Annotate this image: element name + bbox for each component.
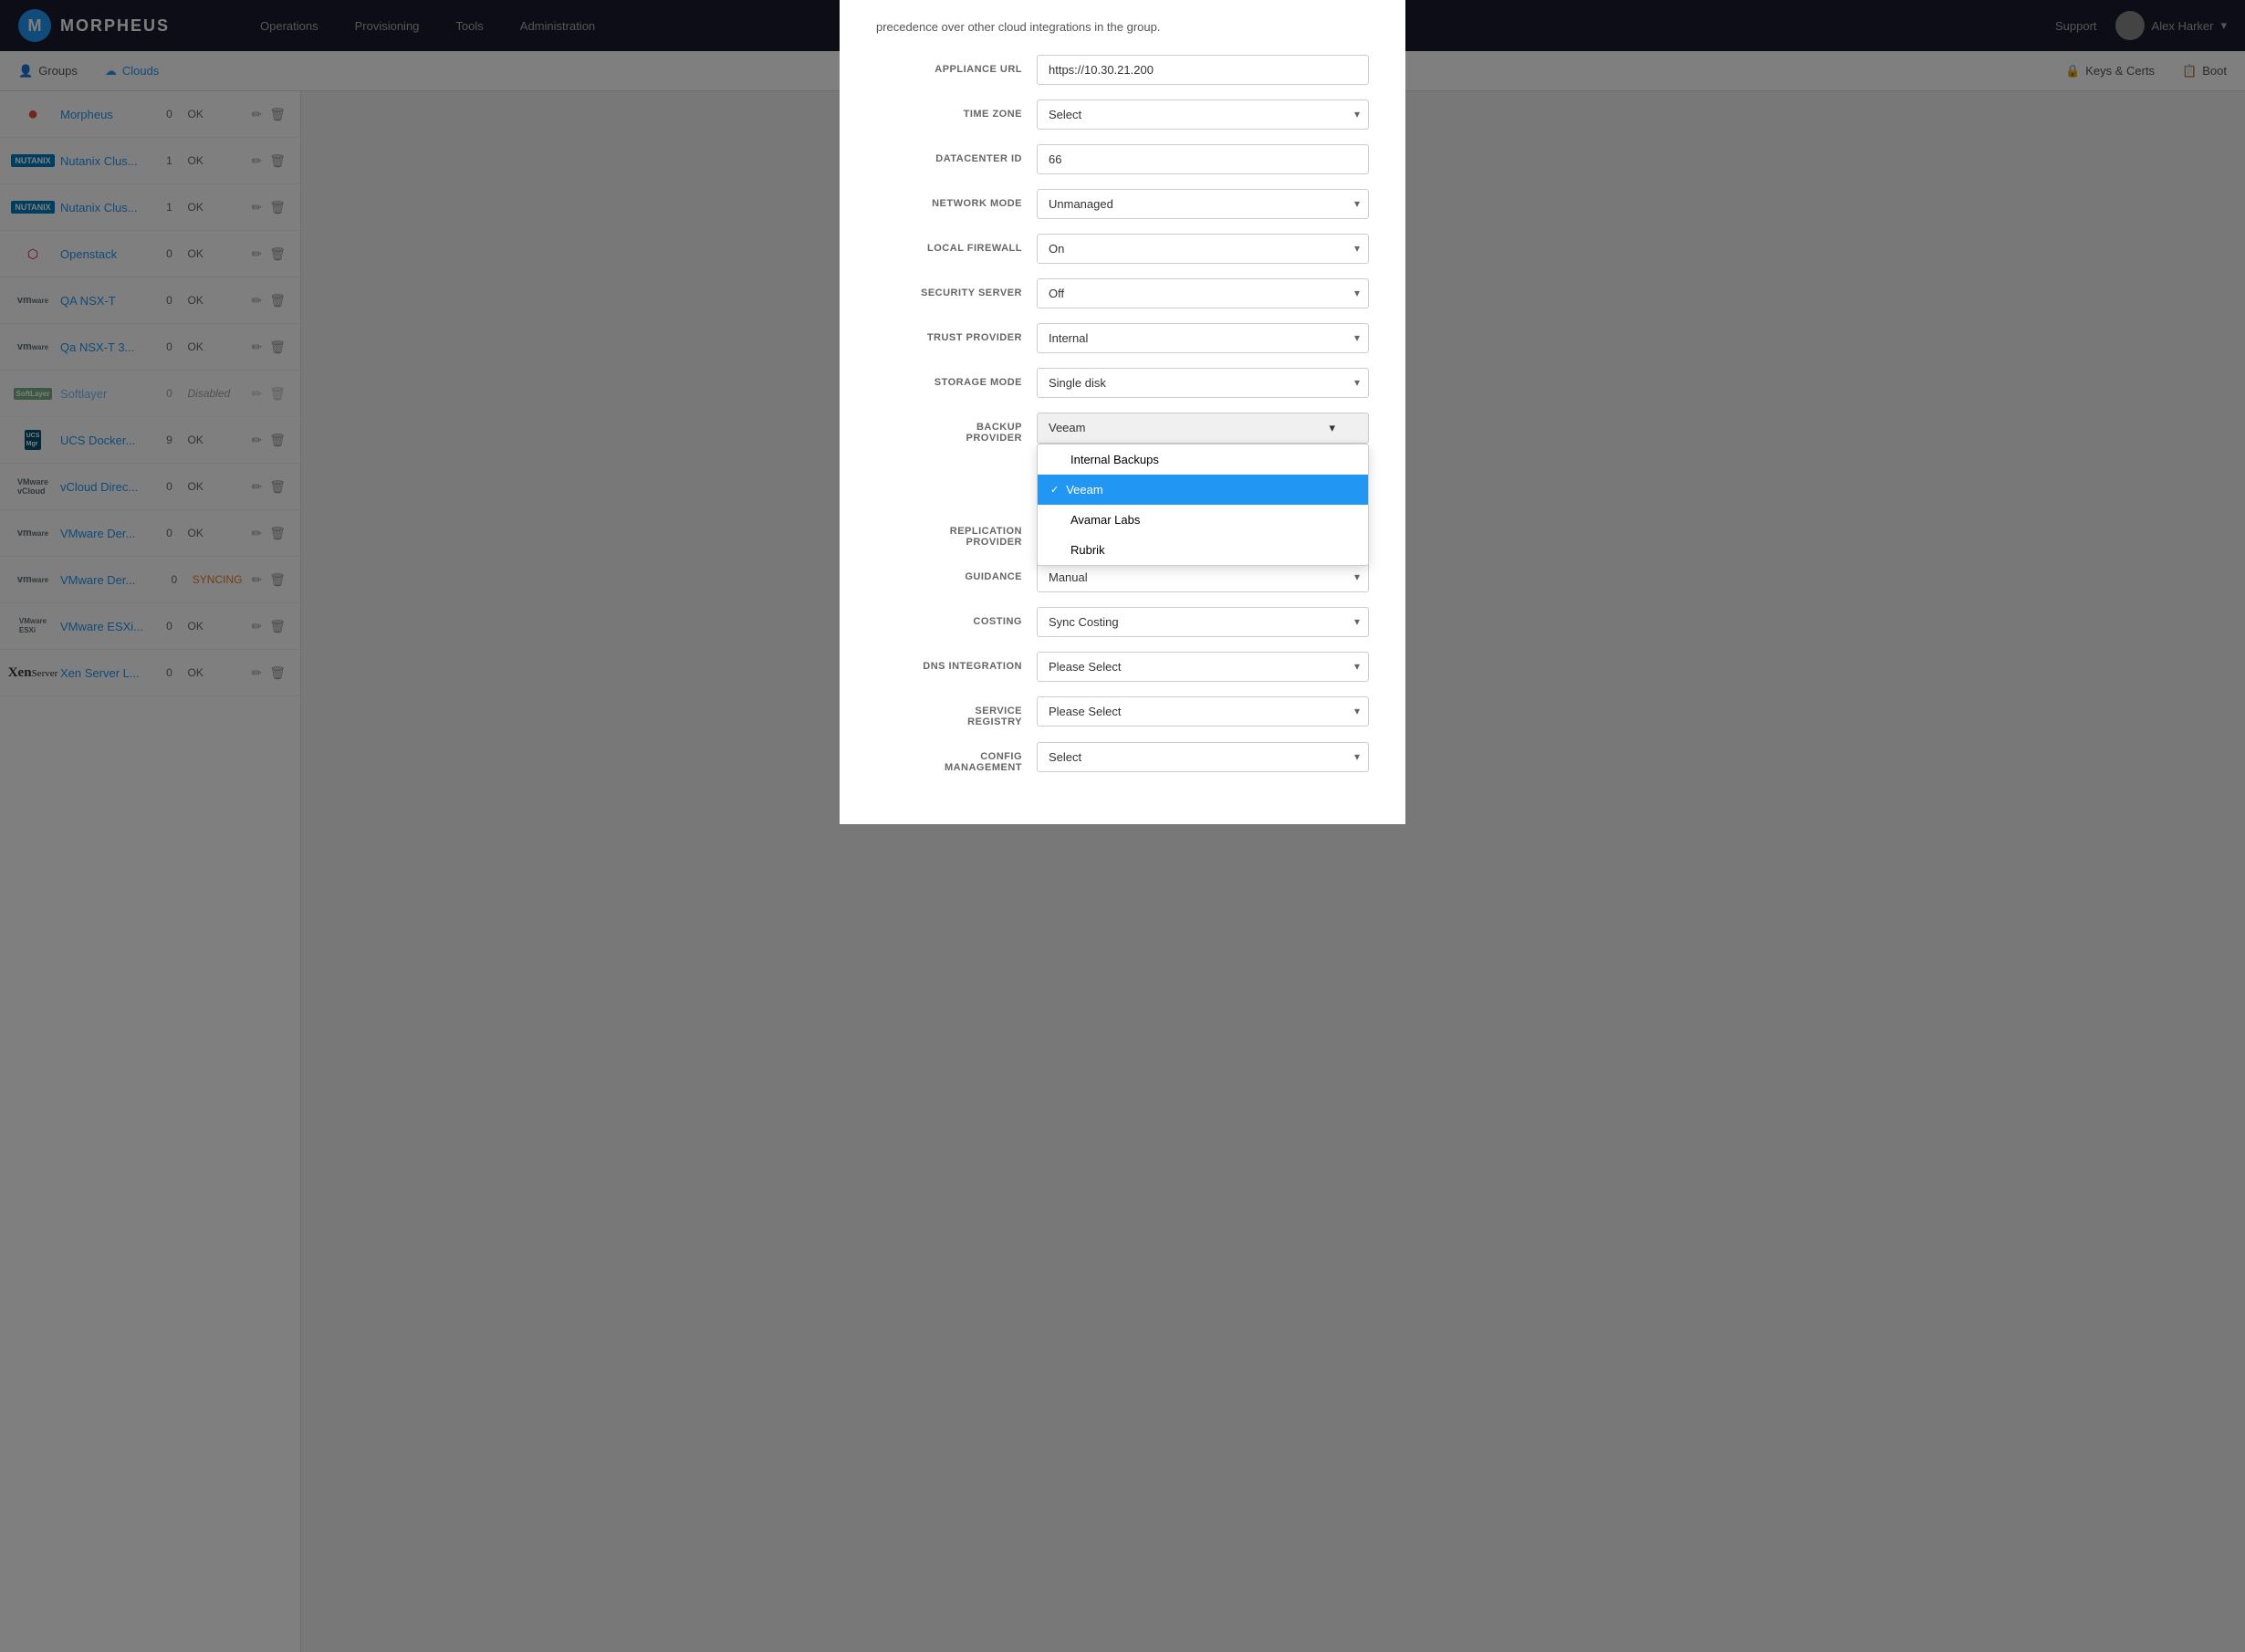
datacenter-id-label: DATACENTER ID (876, 144, 1022, 164)
dropdown-option-label: Avamar Labs (1070, 513, 1140, 527)
service-registry-wrap: Please Select ▾ (1037, 696, 1369, 727)
main-content: ● Morpheus 0 OK ✏ 🗑 NUTANIX Nutanix Clus… (0, 91, 2245, 1652)
backup-option-rubrik[interactable]: Rubrik (1038, 535, 1368, 565)
timezone-select[interactable]: Select (1037, 99, 1369, 130)
local-firewall-wrap: On ▾ (1037, 234, 1369, 264)
backup-option-veeam[interactable]: ✓ Veeam (1038, 475, 1368, 505)
network-mode-select[interactable]: Unmanaged (1037, 189, 1369, 219)
storage-mode-row: STORAGE MODE Single disk ▾ (876, 368, 1369, 398)
datacenter-id-wrap (1037, 144, 1369, 174)
replication-provider-label: REPLICATIONPROVIDER (876, 517, 1022, 548)
network-mode-row: NETWORK MODE Unmanaged ▾ (876, 189, 1369, 219)
dns-integration-row: DNS INTEGRATION Please Select ▾ (876, 652, 1369, 682)
service-registry-row: SERVICEREGISTRY Please Select ▾ (876, 696, 1369, 727)
local-firewall-select[interactable]: On (1037, 234, 1369, 264)
checkmark-icon: ✓ (1050, 484, 1059, 496)
security-server-row: SECURITY SERVER Off ▾ (876, 278, 1369, 308)
guidance-wrap: Manual ▾ (1037, 562, 1369, 592)
trust-provider-row: TRUST PROVIDER Internal ▾ (876, 323, 1369, 353)
costing-select[interactable]: Sync Costing (1037, 607, 1369, 637)
guidance-label: GUIDANCE (876, 562, 1022, 582)
config-management-row: CONFIGMANAGEMENT Select ▾ (876, 742, 1369, 773)
dns-integration-select[interactable]: Please Select (1037, 652, 1369, 682)
guidance-select[interactable]: Manual (1037, 562, 1369, 592)
storage-mode-label: STORAGE MODE (876, 368, 1022, 388)
backup-provider-value: Veeam (1049, 421, 1085, 434)
security-server-wrap: Off ▾ (1037, 278, 1369, 308)
storage-mode-select[interactable]: Single disk (1037, 368, 1369, 398)
local-firewall-row: LOCAL FIREWALL On ▾ (876, 234, 1369, 264)
backup-provider-chevron-down-icon: ▾ (1329, 421, 1335, 435)
backup-provider-row: BACKUPPROVIDER Veeam ▾ Internal Backups (876, 413, 1369, 444)
backup-option-avamar[interactable]: Avamar Labs (1038, 505, 1368, 535)
dropdown-option-label: Rubrik (1070, 543, 1105, 557)
config-management-label: CONFIGMANAGEMENT (876, 742, 1022, 773)
trust-provider-label: TRUST PROVIDER (876, 323, 1022, 343)
costing-label: COSTING (876, 607, 1022, 627)
config-management-wrap: Select ▾ (1037, 742, 1369, 772)
timezone-row: TIME ZONE Select ▾ (876, 99, 1369, 130)
config-management-select[interactable]: Select (1037, 742, 1369, 772)
backup-provider-dropdown: Internal Backups ✓ Veeam Avamar Labs (1037, 444, 1369, 566)
dns-integration-label: DNS INTEGRATION (876, 652, 1022, 672)
costing-wrap: Sync Costing ▾ (1037, 607, 1369, 637)
service-registry-label: SERVICEREGISTRY (876, 696, 1022, 727)
modal-overlay: precedence over other cloud integrations… (0, 91, 2245, 1652)
modal-dialog: precedence over other cloud integrations… (840, 91, 1405, 824)
security-server-label: SECURITY SERVER (876, 278, 1022, 298)
costing-row: COSTING Sync Costing ▾ (876, 607, 1369, 637)
datacenter-id-input[interactable] (1037, 144, 1369, 174)
storage-mode-wrap: Single disk ▾ (1037, 368, 1369, 398)
datacenter-id-row: DATACENTER ID (876, 144, 1369, 174)
service-registry-select[interactable]: Please Select (1037, 696, 1369, 727)
security-server-select[interactable]: Off (1037, 278, 1369, 308)
backup-option-internal-backups[interactable]: Internal Backups (1038, 444, 1368, 475)
dns-integration-wrap: Please Select ▾ (1037, 652, 1369, 682)
trust-provider-select[interactable]: Internal (1037, 323, 1369, 353)
guidance-row: GUIDANCE Manual ▾ (876, 562, 1369, 592)
network-mode-wrap: Unmanaged ▾ (1037, 189, 1369, 219)
local-firewall-label: LOCAL FIREWALL (876, 234, 1022, 254)
trust-provider-wrap: Internal ▾ (1037, 323, 1369, 353)
backup-provider-wrap: Veeam ▾ Internal Backups ✓ Veeam (1037, 413, 1369, 444)
timezone-wrap: Select ▾ (1037, 99, 1369, 130)
backup-provider-label: BACKUPPROVIDER (876, 413, 1022, 444)
modal-body: precedence over other cloud integrations… (840, 91, 1405, 824)
timezone-label: TIME ZONE (876, 99, 1022, 120)
dropdown-option-label: Veeam (1066, 483, 1102, 497)
network-mode-label: NETWORK MODE (876, 189, 1022, 209)
dropdown-option-label: Internal Backups (1070, 453, 1159, 466)
backup-provider-select[interactable]: Veeam ▾ (1037, 413, 1369, 444)
